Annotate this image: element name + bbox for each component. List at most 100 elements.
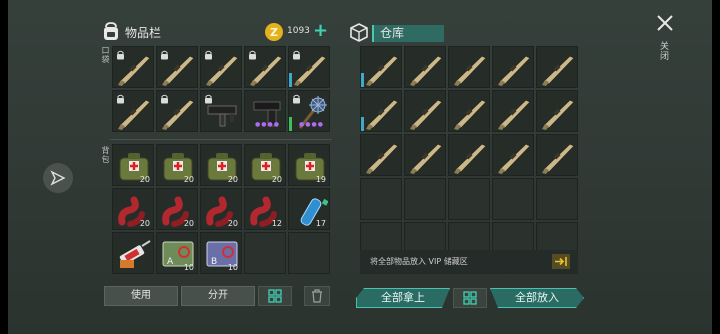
- lock-icon: [249, 50, 256, 60]
- svg-text:B: B: [211, 257, 217, 267]
- take-all-button[interactable]: 全部拿上: [356, 288, 450, 308]
- backpack-slot[interactable]: 20: [200, 144, 242, 186]
- use-button[interactable]: 使用: [104, 286, 178, 306]
- backpack-slot[interactable]: 20: [200, 188, 242, 230]
- rifle-icon: [498, 55, 531, 86]
- pocket-slot[interactable]: [200, 46, 242, 88]
- close-icon[interactable]: [656, 14, 674, 32]
- rifle-icon: [454, 99, 487, 130]
- add-currency-button[interactable]: +: [313, 22, 328, 40]
- warehouse-slot[interactable]: [360, 178, 402, 220]
- backpack-slot[interactable]: 20: [244, 144, 286, 186]
- warehouse-slot[interactable]: [404, 46, 446, 88]
- backpack-slot[interactable]: [112, 232, 154, 274]
- warehouse-slot[interactable]: [404, 178, 446, 220]
- backpack-slot[interactable]: 20: [112, 188, 154, 230]
- pocket-slot[interactable]: [156, 46, 198, 88]
- backpack-grid: 20 20 20 20 19 20 20 20 12 17 A 10 B 10: [112, 144, 330, 274]
- rifle-icon: [542, 143, 575, 174]
- backpack-slot[interactable]: 20: [112, 144, 154, 186]
- rifle-icon: [366, 55, 399, 86]
- warehouse-slot[interactable]: [536, 90, 578, 132]
- sort-inventory-button[interactable]: [258, 286, 292, 306]
- backpack-slot[interactable]: [244, 232, 286, 274]
- pocket-slot[interactable]: ●●●●: [288, 90, 330, 132]
- warehouse-boxes-icon: [350, 23, 368, 42]
- backpack-slot[interactable]: 19: [288, 144, 330, 186]
- rifle-icon: [498, 143, 531, 174]
- send-arrow-icon: [50, 170, 66, 186]
- backpack-slot[interactable]: 12: [244, 188, 286, 230]
- pocket-slot[interactable]: [156, 90, 198, 132]
- pocket-slot[interactable]: [288, 46, 330, 88]
- rifle-icon: [366, 99, 399, 130]
- warehouse-slot[interactable]: [536, 134, 578, 176]
- ammo-indicator: [361, 117, 364, 131]
- warehouse-slot[interactable]: [448, 46, 490, 88]
- warehouse-slot[interactable]: [360, 134, 402, 176]
- grid-sort-icon: [268, 289, 282, 303]
- pocket-slot[interactable]: [244, 46, 286, 88]
- inventory-title: 物品栏: [125, 26, 162, 40]
- vip-storage-bar[interactable]: 将全部物品放入 VIP 储藏区: [360, 250, 578, 274]
- put-all-button[interactable]: 全部放入: [490, 288, 584, 308]
- trash-icon: [312, 289, 322, 303]
- pocket-slot[interactable]: ●●●●: [244, 90, 286, 132]
- warehouse-slot[interactable]: [492, 178, 534, 220]
- rifle-icon: [410, 55, 443, 86]
- pocket-slot[interactable]: [112, 46, 154, 88]
- item-quantity: 20: [227, 175, 238, 184]
- syringe-kit-icon: [119, 240, 151, 268]
- warehouse-grid: [360, 46, 578, 264]
- close-label: 关闭: [660, 42, 670, 62]
- discard-button[interactable]: [304, 286, 330, 306]
- rarity-dots: ●●●●: [255, 121, 280, 128]
- backpack-slot[interactable]: 17: [288, 188, 330, 230]
- warehouse-slot[interactable]: [404, 134, 446, 176]
- pockets-grid: ●●●● ●●●●: [112, 46, 330, 132]
- rifle-icon: [498, 99, 531, 130]
- rarity-dots: ●●●●: [299, 121, 324, 128]
- svg-text:A: A: [167, 257, 174, 267]
- backpack-slot[interactable]: B 10: [200, 232, 242, 274]
- item-quantity: 20: [139, 175, 150, 184]
- lock-icon: [117, 50, 124, 60]
- item-quantity: 10: [227, 263, 238, 272]
- backpack-slot[interactable]: 20: [156, 144, 198, 186]
- grid-sort-icon: [463, 291, 477, 305]
- backpack-slot[interactable]: [288, 232, 330, 274]
- rifle-icon: [542, 99, 575, 130]
- item-quantity: 20: [139, 219, 150, 228]
- split-button[interactable]: 分开: [181, 286, 255, 306]
- ammo-indicator: [361, 73, 364, 87]
- item-quantity: 20: [183, 175, 194, 184]
- pocket-slot[interactable]: [112, 90, 154, 132]
- backpack-slot[interactable]: 20: [156, 188, 198, 230]
- rifle-icon: [410, 99, 443, 130]
- rifle-icon: [366, 143, 399, 174]
- warehouse-slot[interactable]: [448, 178, 490, 220]
- warehouse-slot[interactable]: [360, 90, 402, 132]
- lock-icon: [293, 50, 300, 60]
- move-to-vip-icon[interactable]: [552, 254, 570, 269]
- warehouse-slot[interactable]: [492, 46, 534, 88]
- warehouse-slot[interactable]: [448, 134, 490, 176]
- warehouse-slot[interactable]: [360, 46, 402, 88]
- warehouse-slot[interactable]: [536, 46, 578, 88]
- item-quantity: 12: [271, 219, 282, 228]
- pocket-slot[interactable]: [200, 90, 242, 132]
- lock-icon: [161, 50, 168, 60]
- backpack-slot[interactable]: A 10: [156, 232, 198, 274]
- warehouse-slot[interactable]: [492, 90, 534, 132]
- warehouse-slot[interactable]: [404, 90, 446, 132]
- warehouse-slot[interactable]: [448, 90, 490, 132]
- sort-warehouse-button[interactable]: [453, 288, 487, 308]
- side-navigation-tab[interactable]: [43, 163, 73, 193]
- warehouse-slot[interactable]: [536, 178, 578, 220]
- warehouse-slot[interactable]: [492, 134, 534, 176]
- item-quantity: 20: [227, 219, 238, 228]
- lock-icon: [117, 94, 124, 104]
- rifle-icon: [454, 55, 487, 86]
- tab-warehouse[interactable]: 仓库: [372, 25, 444, 42]
- item-quantity: 20: [183, 219, 194, 228]
